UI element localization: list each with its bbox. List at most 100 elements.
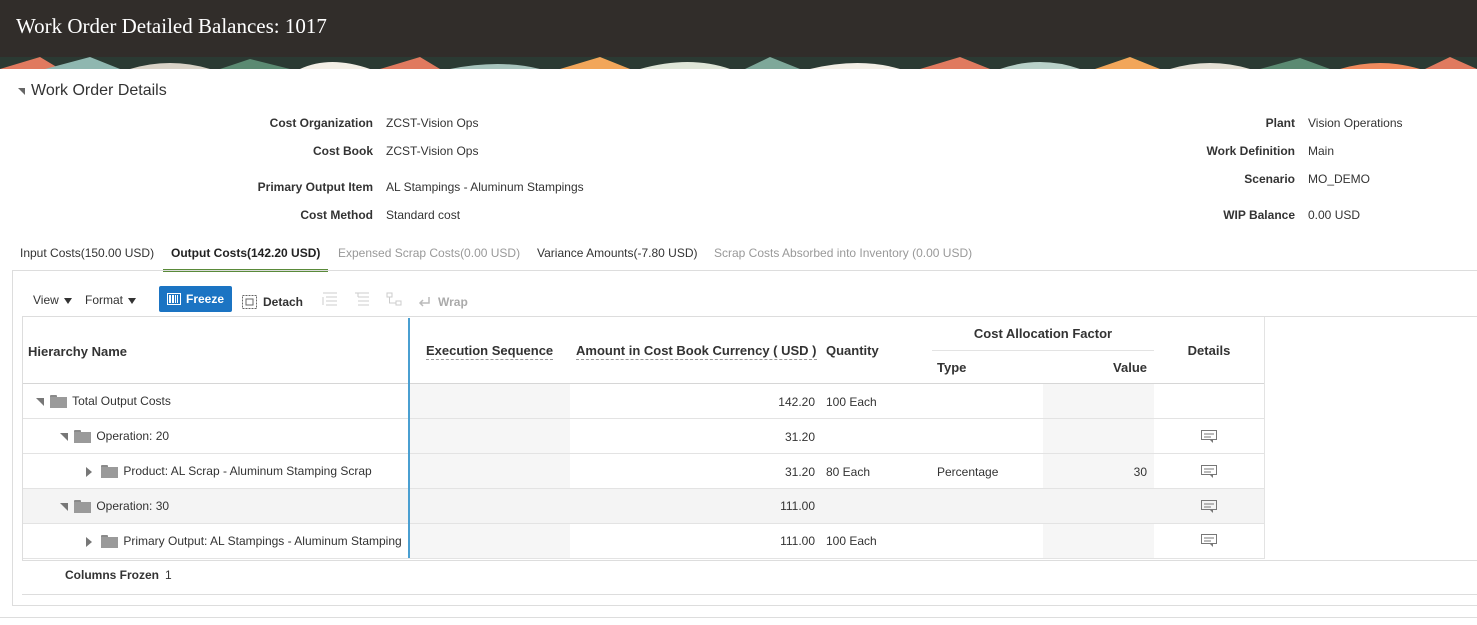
column-header-type[interactable]: Type xyxy=(937,360,966,375)
work-definition-label: Work Definition xyxy=(1206,144,1295,158)
header-banner xyxy=(0,57,1477,69)
tab-output-costs[interactable]: Output Costs(142.20 USD) xyxy=(163,238,329,272)
work-definition-value: Main xyxy=(1308,144,1335,158)
execution-sequence-column-shade xyxy=(410,384,570,558)
row-divider xyxy=(23,558,1264,559)
section-title-text: Work Order Details xyxy=(31,82,167,99)
format-menu-label: Format xyxy=(85,293,124,307)
table-footer-divider xyxy=(22,594,1477,595)
tab-expensed-scrap-costs[interactable]: Expensed Scrap Costs(0.00 USD) xyxy=(330,238,528,268)
column-header-quantity[interactable]: Quantity xyxy=(826,343,879,358)
column-header-value[interactable]: Value xyxy=(1043,360,1147,375)
columns-frozen-label: Columns Frozen xyxy=(65,568,160,582)
row-amount: 31.20 xyxy=(784,465,815,479)
row-name: Product: AL Scrap - Aluminum Stamping Sc… xyxy=(123,464,372,478)
tab-variance-amounts[interactable]: Variance Amounts(-7.80 USD) xyxy=(529,238,706,268)
tree-row-total-output-costs[interactable]: Total Output Costs xyxy=(36,394,171,409)
page-title: Work Order Detailed Balances: 1017 xyxy=(16,14,327,38)
column-group-cost-allocation-factor: Cost Allocation Factor xyxy=(973,326,1113,341)
freeze-columns-icon xyxy=(166,293,181,305)
scenario-label: Scenario xyxy=(1244,172,1295,186)
tree-row-primary-output[interactable]: Primary Output: AL Stampings - Aluminum … xyxy=(86,534,402,549)
row-type: Percentage xyxy=(937,465,999,479)
freeze-button[interactable]: Freeze xyxy=(159,286,232,312)
details-icon[interactable] xyxy=(1201,534,1217,548)
chevron-down-icon xyxy=(128,297,137,304)
row-name: Operation: 30 xyxy=(96,499,170,513)
folder-icon xyxy=(50,395,67,409)
chevron-down-icon xyxy=(63,297,72,304)
format-menu[interactable]: Format xyxy=(85,290,137,314)
folder-icon xyxy=(74,500,91,514)
row-divider xyxy=(23,418,1264,419)
row-name: Operation: 20 xyxy=(96,429,170,443)
details-icon[interactable] xyxy=(1201,430,1217,444)
column-header-hierarchy-name[interactable]: Hierarchy Name xyxy=(28,344,127,359)
row-quantity: 80 Each xyxy=(826,465,871,479)
plant-value: Vision Operations xyxy=(1308,116,1403,130)
tree-row-operation-20[interactable]: Operation: 20 xyxy=(60,429,170,444)
row-quantity: 100 Each xyxy=(826,534,877,548)
page-header: Work Order Detailed Balances: 1017 xyxy=(0,0,1477,69)
wrap-button-label: Wrap xyxy=(438,295,468,309)
cost-organization-value: ZCST-Vision Ops xyxy=(386,116,479,130)
grid-right-border xyxy=(1264,317,1265,559)
row-quantity: 100 Each xyxy=(826,395,877,409)
plant-label: Plant xyxy=(1265,116,1295,130)
row-divider xyxy=(23,488,1264,489)
row-name: Total Output Costs xyxy=(72,394,171,408)
cost-book-value: ZCST-Vision Ops xyxy=(386,144,479,158)
column-header-amount[interactable]: Amount in Cost Book Currency ( USD ) xyxy=(576,343,817,360)
collapse-row-icon[interactable] xyxy=(60,432,68,441)
row-name: Primary Output: AL Stampings - Aluminum … xyxy=(123,534,402,548)
detach-button[interactable]: Detach xyxy=(242,290,303,314)
detach-button-label: Detach xyxy=(263,295,304,309)
row-divider xyxy=(23,453,1264,454)
primary-output-item-value: AL Stampings - Aluminum Stampings xyxy=(386,180,584,194)
row-divider xyxy=(23,523,1264,524)
collapse-row-icon[interactable] xyxy=(36,397,44,406)
cost-organization-label: Cost Organization xyxy=(269,116,373,130)
expand-all-icon[interactable] xyxy=(322,292,338,316)
cost-method-label: Cost Method xyxy=(300,208,373,222)
section-work-order-details[interactable]: Work Order Details xyxy=(18,82,167,100)
row-amount: 111.00 xyxy=(780,534,815,548)
group-header-divider xyxy=(932,350,1154,351)
details-icon[interactable] xyxy=(1201,500,1217,514)
column-header-details[interactable]: Details xyxy=(1154,343,1264,358)
tab-scrap-costs-absorbed[interactable]: Scrap Costs Absorbed into Inventory (0.0… xyxy=(706,238,980,268)
tab-bar: Input Costs(150.00 USD) Output Costs(142… xyxy=(12,238,1477,272)
details-icon[interactable] xyxy=(1201,465,1217,479)
row-amount: 111.00 xyxy=(780,499,815,513)
collapse-row-icon[interactable] xyxy=(60,502,68,511)
folder-icon xyxy=(74,430,91,444)
scenario-value: MO_DEMO xyxy=(1308,172,1371,186)
wrap-button[interactable]: Wrap xyxy=(418,290,468,314)
hierarchy-icon[interactable] xyxy=(386,292,402,316)
primary-output-item-label: Primary Output Item xyxy=(257,180,373,194)
view-menu[interactable]: View xyxy=(33,290,72,314)
wip-balance-label: WIP Balance xyxy=(1223,208,1295,222)
tab-input-costs[interactable]: Input Costs(150.00 USD) xyxy=(12,238,162,268)
folder-icon xyxy=(101,535,118,549)
row-amount: 31.20 xyxy=(784,430,815,444)
tree-row-product-al-scrap[interactable]: Product: AL Scrap - Aluminum Stamping Sc… xyxy=(86,464,372,479)
columns-frozen-value: 1 xyxy=(165,568,172,582)
header-bottom-border xyxy=(23,383,1264,384)
collapse-all-icon[interactable] xyxy=(354,292,370,316)
row-value: 30 xyxy=(1133,465,1147,479)
wrap-icon xyxy=(418,297,430,307)
frozen-column-divider xyxy=(408,318,410,558)
row-amount: 142.20 xyxy=(778,395,815,409)
detach-icon xyxy=(242,295,257,309)
expand-row-icon[interactable] xyxy=(86,466,92,477)
tree-row-operation-30[interactable]: Operation: 30 xyxy=(60,499,170,514)
folder-icon xyxy=(101,465,118,479)
view-menu-label: View xyxy=(33,293,59,307)
cost-method-value: Standard cost xyxy=(386,208,461,222)
cost-book-label: Cost Book xyxy=(313,144,373,158)
expand-row-icon[interactable] xyxy=(86,536,92,547)
column-header-execution-sequence[interactable]: Execution Sequence xyxy=(426,343,554,360)
page-bottom-divider xyxy=(0,617,1477,618)
collapse-triangle-icon[interactable] xyxy=(18,87,25,95)
